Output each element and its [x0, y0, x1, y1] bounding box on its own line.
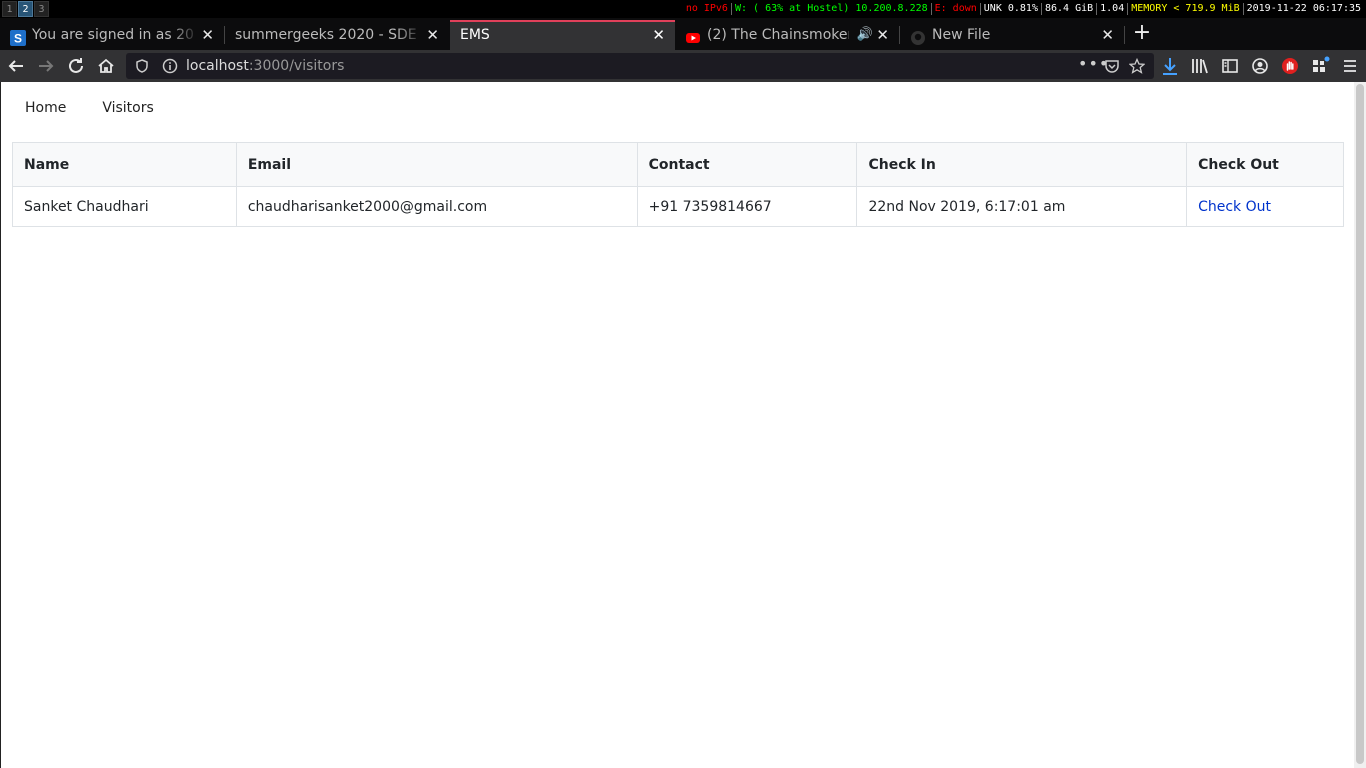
cell-contact: +91 7359814667: [636, 186, 858, 227]
scrollbar-thumb[interactable]: [1356, 84, 1364, 764]
close-icon[interactable]: ✕: [876, 20, 889, 50]
workspace-1[interactable]: 1: [2, 1, 17, 17]
site-nav: Home Visitors: [10, 90, 170, 126]
workspace-2[interactable]: 2: [18, 1, 33, 17]
new-tab-button[interactable]: +: [1128, 20, 1156, 48]
address-bar[interactable]: localhost:3000/visitors •••: [126, 53, 1154, 79]
page-scrollbar[interactable]: [1354, 82, 1366, 768]
visitors-table: Name Email Contact Check In Check Out Sa…: [12, 142, 1344, 227]
url-path: :3000/visitors: [248, 58, 345, 74]
table-header-row: Name Email Contact Check In Check Out: [12, 142, 1344, 187]
system-status-bar: 1 2 3 no IPv6 W: ( 63% at Hostel) 10.200…: [0, 0, 1366, 18]
tab-summergeeks[interactable]: summergeeks 2020 - SDE A ✕: [225, 20, 449, 50]
column-header-name: Name: [12, 142, 237, 187]
tab-signed-in[interactable]: S You are signed in as 2017 ✕: [0, 20, 224, 50]
memory-status: MEMORY < 719.9 MiB: [1131, 3, 1240, 14]
cell-check-in: 22nd Nov 2019, 6:17:01 am: [856, 186, 1188, 227]
tab-youtube[interactable]: (2) The Chainsmokers, 🔊 ✕: [675, 20, 899, 50]
info-icon[interactable]: [162, 58, 178, 78]
load-status: 1.04: [1100, 3, 1125, 14]
nav-link-visitors[interactable]: Visitors: [82, 90, 169, 126]
pocket-icon[interactable]: [1104, 58, 1120, 78]
arrow-left-icon: [8, 60, 23, 72]
tab-title: summergeeks 2020 - SDE A: [235, 27, 419, 43]
extensions-icon[interactable]: [1308, 54, 1332, 78]
tab-new-file[interactable]: New File ✕: [900, 20, 1124, 50]
column-header-contact: Contact: [636, 142, 858, 187]
cell-email: chaudharisanket2000@gmail.com: [235, 186, 638, 227]
svg-text:S: S: [14, 32, 22, 46]
ethernet-status: E: down: [934, 3, 977, 14]
cell-check-out: Check Out: [1186, 186, 1344, 227]
arrow-right-icon: [39, 60, 54, 72]
ipv6-status: no IPv6: [685, 3, 728, 14]
close-icon[interactable]: ✕: [1101, 20, 1114, 50]
tab-title: (2) The Chainsmokers,: [707, 27, 849, 43]
column-header-email: Email: [235, 142, 638, 187]
reload-icon: [69, 58, 83, 73]
column-header-check-out: Check Out: [1186, 142, 1344, 187]
table-row: Sanket Chaudhari chaudharisanket2000@gma…: [12, 186, 1344, 227]
sidebar-icon[interactable]: [1218, 54, 1242, 78]
cell-name: Sanket Chaudhari: [12, 186, 237, 227]
url-text: localhost:3000/visitors: [186, 53, 344, 79]
disk-status: 86.4 GiB: [1044, 3, 1094, 14]
tab-title-fade: [395, 20, 425, 50]
back-button[interactable]: [4, 54, 28, 78]
tab-divider: [1124, 26, 1125, 44]
shield-icon[interactable]: [134, 58, 150, 78]
s-letter-icon: S: [10, 27, 26, 46]
close-icon[interactable]: ✕: [426, 20, 439, 50]
library-icon[interactable]: [1188, 54, 1212, 78]
download-icon[interactable]: [1158, 54, 1182, 78]
github-icon: [910, 27, 926, 45]
url-host: localhost: [186, 58, 249, 74]
bookmark-star-icon[interactable]: [1128, 57, 1146, 78]
browser-toolbar: localhost:3000/visitors •••: [0, 50, 1366, 82]
browser-tab-strip: S You are signed in as 2017 ✕ summergeek…: [0, 18, 1366, 50]
tab-title: New File: [932, 27, 991, 43]
tab-title: EMS: [460, 27, 490, 43]
tab-title-fade: [170, 20, 200, 50]
youtube-icon: [685, 27, 701, 43]
wireless-status: W: ( 63% at Hostel) 10.200.8.228: [734, 3, 928, 14]
home-button[interactable]: [94, 54, 118, 78]
hamburger-menu-icon[interactable]: [1338, 54, 1362, 78]
close-icon[interactable]: ✕: [652, 22, 665, 48]
close-icon[interactable]: ✕: [201, 20, 214, 50]
check-out-link[interactable]: Check Out: [1198, 199, 1271, 215]
account-icon[interactable]: [1248, 54, 1272, 78]
reload-button[interactable]: [64, 54, 88, 78]
tab-ems[interactable]: EMS ✕: [450, 20, 675, 50]
datetime-status: 2019-11-22 06:17:35: [1246, 3, 1361, 14]
forward-button[interactable]: [34, 54, 58, 78]
battery-status: UNK 0.81%: [983, 3, 1038, 14]
workspace-3[interactable]: 3: [34, 1, 49, 17]
page-content: Home Visitors Name Email Contact Check I…: [0, 82, 1366, 768]
home-icon: [98, 58, 114, 73]
column-header-check-in: Check In: [856, 142, 1188, 187]
nav-link-home[interactable]: Home: [10, 90, 82, 126]
speaker-icon[interactable]: 🔊: [857, 20, 873, 50]
adblock-hand-icon[interactable]: [1278, 54, 1302, 78]
